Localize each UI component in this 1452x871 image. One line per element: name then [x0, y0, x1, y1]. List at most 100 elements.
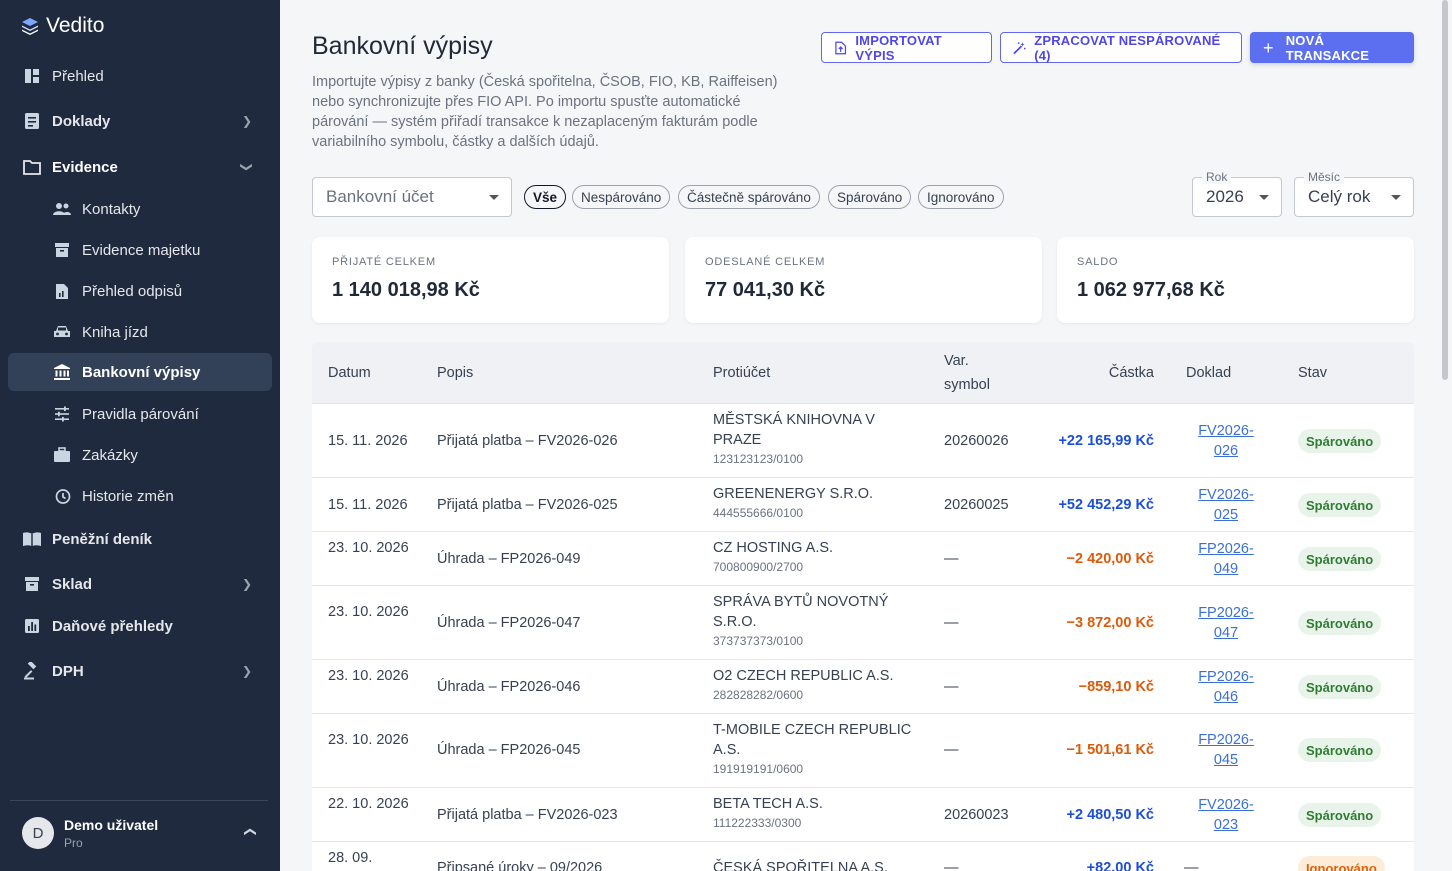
row-date: 23. 10. 2026	[328, 668, 409, 684]
counterparty-name: T-MOBILE CZECH REPUBLIC A.S.	[713, 722, 912, 758]
filter-chip-ignored[interactable]: Ignorováno	[918, 185, 1004, 209]
document-chart-icon	[52, 281, 72, 301]
user-menu[interactable]: D Demo uživatel Pro ❯	[10, 800, 268, 871]
transactions-table: Datum Popis Protiúčet Var. symbol Částka…	[312, 342, 1414, 871]
sidebar-item-prehled[interactable]: Přehled	[8, 57, 272, 95]
row-document-link[interactable]: FV2026-023	[1188, 795, 1264, 835]
gavel-icon	[22, 661, 42, 681]
status-badge: Spárováno	[1298, 493, 1382, 517]
sidebar-item-historie-zmen[interactable]: Historie změn	[8, 477, 272, 515]
sidebar-item-kniha-jizd[interactable]: Kniha jízd	[8, 313, 272, 351]
sidebar-item-label: Daňové přehledy	[52, 617, 173, 635]
row-document-link[interactable]: FV2026-026	[1188, 421, 1264, 461]
row-counterparty: ČESKÁ SPOŘITELNA A.S.	[713, 858, 923, 871]
sidebar-item-evidence-majetku[interactable]: Evidence majetku	[8, 231, 272, 269]
status-badge: Spárováno	[1298, 675, 1382, 699]
table-row[interactable]: 22. 10. 2026 Přijatá platba – FV2026-023…	[312, 788, 1414, 842]
sidebar-item-danove-prehledy[interactable]: Daňové přehledy	[8, 607, 272, 645]
month-select[interactable]: Měsíc Celý rok	[1294, 170, 1414, 217]
table-row[interactable]: 23. 10. 2026 Úhrada – FP2026-046 O2 CZEC…	[312, 660, 1414, 714]
import-statement-button[interactable]: IMPORTOVAT VÝPIS	[821, 32, 992, 63]
sidebar-item-bankovni-vypisy[interactable]: Bankovní výpisy	[8, 353, 272, 391]
col-header-vs-line2[interactable]: symbol	[944, 373, 990, 397]
sidebar-item-label: Sklad	[52, 575, 93, 593]
row-description: Přijatá platba – FV2026-026	[437, 433, 618, 449]
counterparty-name: GREENENERGY S.R.O.	[713, 486, 874, 502]
page-title: Bankovní výpisy	[312, 32, 493, 60]
summary-label: PŘIJATÉ CELKEM	[332, 256, 436, 268]
table-row[interactable]: 28. 09. Připsané úroky – 09/2026 ČESKÁ S…	[312, 842, 1414, 871]
col-header-document[interactable]: Doklad	[1186, 361, 1231, 385]
page-scrollbar[interactable]	[1442, 0, 1448, 380]
briefcase-icon	[52, 445, 72, 465]
row-amount: +52 452,29 Kč	[1058, 497, 1154, 513]
row-document-link[interactable]: FP2026-045	[1188, 730, 1264, 770]
sidebar-item-label: Evidence majetku	[82, 241, 201, 259]
row-amount: −1 501,61 Kč	[1066, 742, 1154, 758]
car-icon	[52, 322, 72, 342]
row-counterparty: O2 CZECH REPUBLIC A.S. 282828282/0600	[713, 666, 923, 703]
bank-account-select[interactable]: Bankovní účet	[312, 177, 512, 217]
chevron-right-icon: ❯	[241, 114, 252, 128]
col-header-description[interactable]: Popis	[437, 361, 473, 385]
year-select[interactable]: Rok 2026	[1192, 170, 1282, 217]
sidebar: Vedito Přehled Doklady ❯ Evidence ❯ Kont…	[0, 0, 280, 871]
row-counterparty: SPRÁVA BYTŮ NOVOTNÝ S.R.O. 373737373/010…	[713, 592, 923, 649]
col-header-date[interactable]: Datum	[328, 361, 371, 385]
sidebar-item-prehled-odpisu[interactable]: Přehled odpisů	[8, 272, 272, 310]
filter-chip-all[interactable]: Vše	[524, 185, 567, 209]
filter-chip-matched[interactable]: Spárováno	[828, 185, 912, 209]
sidebar-item-pravidla-parovani[interactable]: Pravidla párování	[8, 395, 272, 433]
month-value: Celý rok	[1308, 187, 1371, 206]
col-header-status[interactable]: Stav	[1298, 361, 1327, 385]
row-counterparty: MĚSTSKÁ KNIHOVNA V PRAZE 123123123/0100	[713, 410, 923, 467]
row-description: Připsané úroky – 09/2026	[437, 860, 603, 871]
summary-label: ODESLANÉ CELKEM	[705, 256, 826, 268]
table-row[interactable]: 23. 10. 2026 Úhrada – FP2026-047 SPRÁVA …	[312, 586, 1414, 660]
archive-icon	[52, 240, 72, 260]
chevron-down-icon: ❯	[239, 161, 254, 173]
sidebar-item-dph[interactable]: DPH ❯	[8, 652, 272, 690]
sidebar-item-penezni-denik[interactable]: Peněžní deník	[8, 520, 272, 558]
chevron-up-icon: ❯	[241, 826, 256, 838]
process-unmatched-button[interactable]: ZPRACOVAT NESPÁROVANÉ (4)	[1000, 32, 1242, 63]
dropdown-arrow-icon	[489, 195, 499, 200]
col-header-vs-line1[interactable]: Var.	[944, 349, 969, 373]
summary-value: 1 062 977,68 Kč	[1077, 279, 1225, 301]
counterparty-name: SPRÁVA BYTŮ NOVOTNÝ S.R.O.	[713, 594, 889, 630]
col-header-amount[interactable]: Částka	[1012, 361, 1154, 385]
folder-icon	[22, 157, 42, 177]
table-row[interactable]: 15. 11. 2026 Přijatá platba – FV2026-025…	[312, 478, 1414, 532]
row-date: 23. 10. 2026	[328, 604, 409, 620]
book-icon	[22, 529, 42, 549]
sidebar-item-label: Evidence	[52, 158, 118, 176]
summary-card-sent: ODESLANÉ CELKEM 77 041,30 Kč	[685, 237, 1042, 323]
row-description: Přijatá platba – FV2026-025	[437, 497, 618, 513]
table-row[interactable]: 23. 10. 2026 Úhrada – FP2026-045 T-MOBIL…	[312, 714, 1414, 788]
col-header-counterparty[interactable]: Protiúčet	[713, 361, 770, 385]
row-document-link[interactable]: FP2026-047	[1188, 603, 1264, 643]
table-row[interactable]: 15. 11. 2026 Přijatá platba – FV2026-026…	[312, 404, 1414, 478]
sidebar-item-label: Kontakty	[82, 200, 141, 218]
sidebar-item-zakazky[interactable]: Zakázky	[8, 436, 272, 474]
row-date: 23. 10. 2026	[328, 732, 409, 748]
sidebar-item-kontakty[interactable]: Kontakty	[8, 190, 272, 228]
row-counterparty: GREENENERGY S.R.O. 444555666/0100	[713, 484, 923, 521]
summary-card-balance: SALDO 1 062 977,68 Kč	[1057, 237, 1414, 323]
filter-chip-unmatched[interactable]: Nespárováno	[572, 185, 671, 209]
sidebar-item-doklady[interactable]: Doklady ❯	[8, 102, 272, 140]
filter-chip-partially-matched[interactable]: Částečně spárováno	[678, 185, 820, 209]
row-document-link[interactable]: FP2026-049	[1188, 539, 1264, 579]
status-badge: Spárováno	[1298, 429, 1382, 453]
app-logo[interactable]: Vedito	[20, 12, 104, 40]
sidebar-item-evidence[interactable]: Evidence ❯	[8, 148, 272, 186]
dropdown-arrow-icon	[1259, 195, 1269, 200]
sidebar-item-sklad[interactable]: Sklad ❯	[8, 565, 272, 603]
table-row[interactable]: 23. 10. 2026 Úhrada – FP2026-049 CZ HOST…	[312, 532, 1414, 586]
sidebar-item-label: Pravidla párování	[82, 405, 199, 423]
new-transaction-button[interactable]: + NOVÁ TRANSAKCE	[1250, 32, 1414, 63]
row-document-link[interactable]: FP2026-046	[1188, 667, 1264, 707]
sidebar-item-label: Přehled odpisů	[82, 282, 183, 300]
import-statement-label: IMPORTOVAT VÝPIS	[855, 32, 942, 63]
row-document-link[interactable]: FV2026-025	[1188, 485, 1264, 525]
